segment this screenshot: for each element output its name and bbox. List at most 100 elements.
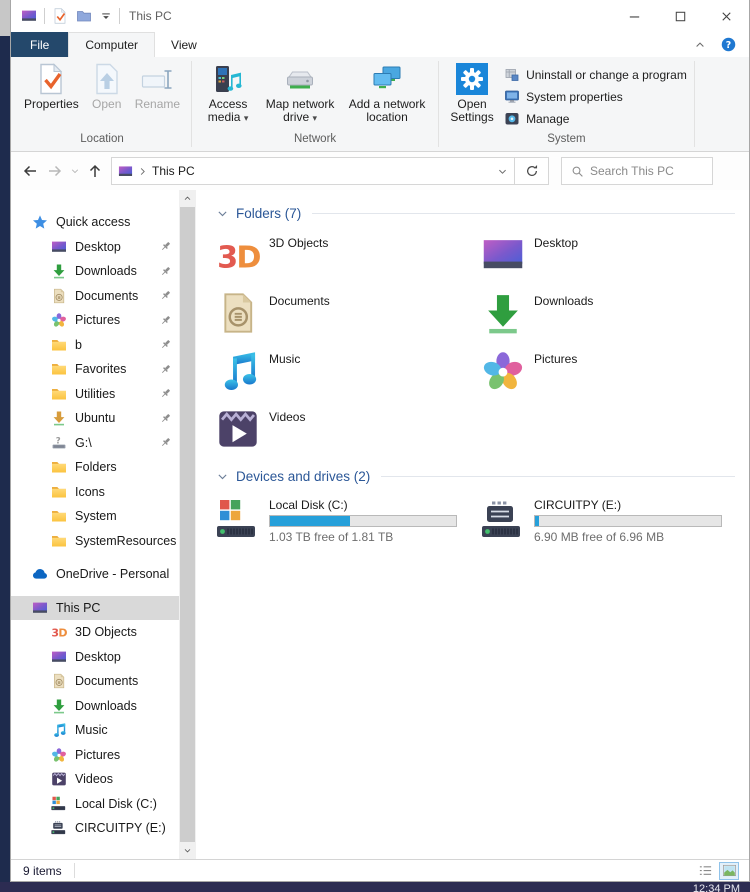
folder-icon [51,508,67,524]
scrollbar-thumb[interactable] [180,207,195,842]
folder-tile-desktop[interactable]: Desktop [481,233,746,277]
downloads-icon [51,698,67,714]
back-button[interactable] [17,163,42,179]
ribbon-separator [438,61,439,147]
sidebar-item-quick-access[interactable]: Quick access [11,210,179,235]
this-pc-icon [118,164,133,179]
sidebar-item-folders[interactable]: Folders [11,455,179,480]
maximize-button[interactable] [657,0,703,32]
sidebar-item-label: Folders [75,460,117,474]
drives-section-header[interactable]: Devices and drives (2) [216,469,735,484]
desktop-edge [0,0,10,36]
folder-tile-pictures[interactable]: Pictures [481,349,746,393]
address-bar[interactable]: This PC [111,157,515,185]
tab-file[interactable]: File [11,32,68,57]
properties-qat-icon[interactable] [52,8,68,24]
close-button[interactable] [703,0,749,32]
open-settings-button[interactable]: Open Settings [444,59,500,124]
rename-icon [141,63,173,95]
quick-access-toolbar [52,8,112,24]
folders-section-header[interactable]: Folders (7) [216,206,735,221]
sidebar-item-documents[interactable]: Documents [11,669,179,694]
documents-icon [51,673,67,689]
sidebar-item-systemresources[interactable]: SystemResources [11,529,179,554]
sidebar-item-label: Documents [75,289,138,303]
sidebar-item-music[interactable]: Music [11,718,179,743]
dropdown-arrow-icon: ▾ [312,114,317,124]
sidebar-item-b[interactable]: b [11,333,179,358]
sidebar-item-videos[interactable]: Videos [11,767,179,792]
customize-qat-icon[interactable] [100,10,112,22]
pictures-icon [51,312,67,328]
tab-computer[interactable]: Computer [68,32,155,57]
downloads-icon [51,263,67,279]
sidebar-item-pictures[interactable]: Pictures [11,743,179,768]
system-properties-button[interactable]: System properties [504,88,687,105]
search-input[interactable] [590,164,700,178]
address-dropdown-button[interactable] [497,166,508,177]
desktop-icon [51,239,67,255]
sidebar-scrollbar[interactable] [179,190,196,859]
sidebar-item-downloads[interactable]: Downloads [11,694,179,719]
folder-tile-downloads[interactable]: Downloads [481,291,746,335]
forward-button[interactable] [42,163,67,179]
chevron-down-icon [216,207,229,220]
folder-tile-3d-objects[interactable]: 3D Objects [216,233,481,277]
sidebar-item-local-disk-c[interactable]: Local Disk (C:) [11,792,179,817]
sidebar-item-this-pc[interactable]: This PC [11,596,179,621]
system-properties-icon [504,89,520,105]
sidebar-item-favorites[interactable]: Favorites [11,357,179,382]
up-button[interactable] [82,163,107,179]
sidebar-item-label: Videos [75,772,113,786]
refresh-button[interactable] [515,157,549,185]
tab-view[interactable]: View [155,32,213,57]
this-pc-icon [21,8,37,24]
help-button[interactable] [721,37,736,52]
ribbon: Properties Open Rename Location Access m… [11,57,749,152]
properties-icon [35,63,67,95]
documents-icon [216,291,260,335]
minimize-ribbon-button[interactable] [694,39,706,51]
search-box[interactable] [561,157,713,185]
pin-icon [159,338,172,351]
sidebar-item-ubuntu[interactable]: Ubuntu [11,406,179,431]
sidebar-item-3d-objects[interactable]: 3D Objects [11,620,179,645]
sidebar-item-documents-pinned[interactable]: Documents [11,284,179,309]
scroll-up-arrow[interactable] [179,190,196,207]
sidebar-item-desktop[interactable]: Desktop [11,645,179,670]
uninstall-program-button[interactable]: Uninstall or change a program [504,66,687,83]
drive-tile-circuitpy-e[interactable]: CIRCUITPY (E:) 6.90 MB free of 6.96 MB [481,498,746,544]
taskbar-strip[interactable]: 12:34 PM [0,882,750,892]
rename-button[interactable]: Rename [129,59,186,111]
sidebar-item-label: b [75,338,82,352]
scroll-down-arrow[interactable] [179,842,196,859]
sidebar-item-downloads-pinned[interactable]: Downloads [11,259,179,284]
sidebar-item-desktop-pinned[interactable]: Desktop [11,235,179,260]
sidebar-item-utilities[interactable]: Utilities [11,382,179,407]
folder-tile-music[interactable]: Music [216,349,481,393]
access-media-button[interactable]: Access media ▾ [197,59,259,126]
drive-tile-local-disk-c[interactable]: Local Disk (C:) 1.03 TB free of 1.81 TB [216,498,481,544]
details-view-button[interactable] [695,862,715,880]
sidebar-item-onedrive[interactable]: OneDrive - Personal [11,562,179,587]
sidebar-item-pictures-pinned[interactable]: Pictures [11,308,179,333]
properties-button[interactable]: Properties [18,59,85,111]
folder-tile-documents[interactable]: Documents [216,291,481,335]
access-media-icon [212,63,244,95]
sidebar-item-circuitpy-e[interactable]: CIRCUITPY (E:) [11,816,179,841]
sidebar-item-system[interactable]: System [11,504,179,529]
3d-objects-icon [51,624,67,640]
minimize-button[interactable] [611,0,657,32]
tile-label: 3D Objects [269,233,328,277]
add-network-location-button[interactable]: Add a network location [341,59,433,124]
folder-tile-videos[interactable]: Videos [216,407,481,451]
manage-button[interactable]: Manage [504,110,687,127]
thumbnail-view-button[interactable] [719,862,739,880]
open-button[interactable]: Open [85,59,129,111]
new-folder-qat-icon[interactable] [76,8,92,24]
sidebar-item-g-drive[interactable]: G:\ [11,431,179,456]
breadcrumb[interactable]: This PC [152,164,195,178]
sidebar-item-icons[interactable]: Icons [11,480,179,505]
recent-locations-button[interactable] [67,166,82,176]
map-network-drive-button[interactable]: Map network drive ▾ [259,59,341,126]
